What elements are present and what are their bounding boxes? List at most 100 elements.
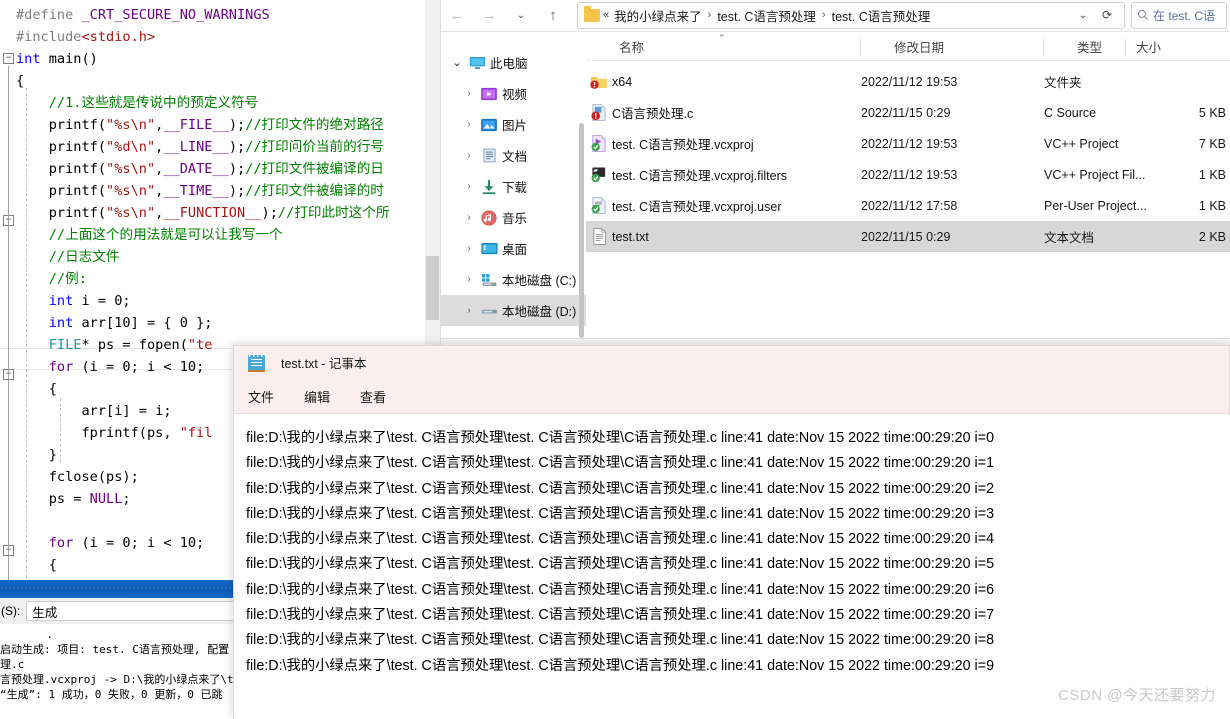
- code-token: "fil: [179, 425, 213, 441]
- chevron-right-icon[interactable]: ›: [459, 274, 479, 285]
- chevron-right-icon[interactable]: ›: [459, 150, 479, 161]
- code-line: printf("%s\n",__FUNCTION__);//打印此时这个所: [0, 202, 440, 224]
- code-token: );: [261, 205, 278, 221]
- file-name-label: test. C语言预处理.vcxproj.filters: [612, 169, 788, 183]
- code-token: arr[i] = i;: [16, 403, 172, 419]
- breadcrumb-overflow-icon[interactable]: «: [600, 9, 612, 21]
- code-line: #define _CRT_SECURE_NO_WARNINGS: [0, 4, 440, 26]
- tree-item-label: 桌面: [502, 243, 528, 257]
- notepad-text-area[interactable]: file:D:\我的小绿点来了\test. C语言预处理\test. C语言预处…: [234, 415, 1230, 719]
- column-header-row: 名称 ⌃ 修改日期 类型 大小: [586, 33, 1230, 61]
- menu-item-edit[interactable]: 编辑: [304, 387, 330, 406]
- chevron-right-icon[interactable]: ›: [459, 305, 479, 316]
- breadcrumb-item-1[interactable]: test. C语言预处理: [715, 6, 818, 25]
- tree-item-drive-d[interactable]: › 本地磁盘 (D:): [441, 295, 586, 326]
- file-list-row[interactable]: test. C语言预处理.vcxproj 2022/11/12 19:53 VC++…: [586, 128, 1230, 159]
- search-input[interactable]: 在 test. C语: [1131, 1, 1227, 29]
- tree-item-label: 下载: [502, 181, 528, 195]
- file-list-row[interactable]: C语言预处理.c 2022/11/15 0:29 C Source 5 KB: [586, 97, 1230, 128]
- refresh-icon[interactable]: ⟳: [1096, 8, 1118, 22]
- menu-item-file[interactable]: 文件: [248, 387, 274, 406]
- file-name-cell: test.txt: [586, 228, 649, 245]
- recent-locations-chevron-down-icon[interactable]: ⌄: [505, 1, 537, 29]
- tree-item-drive-c[interactable]: › 本地磁盘 (C:): [441, 264, 586, 295]
- search-icon: [1137, 9, 1148, 20]
- file-list-row[interactable]: test.txt 2022/11/15 0:29 文本文档 2 KB: [586, 221, 1230, 252]
- code-token: 0: [122, 535, 131, 551]
- code-token: FILE: [16, 337, 82, 353]
- file-name-label: test.txt: [612, 229, 649, 244]
- notepad-title-bar[interactable]: test.txt - 记事本: [234, 346, 1229, 379]
- code-token: for: [16, 359, 74, 375]
- up-icon[interactable]: ↑: [537, 1, 569, 29]
- notepad-text-line: file:D:\我的小绿点来了\test. C语言预处理\test. C语言预处…: [246, 581, 995, 598]
- tree-item-music[interactable]: › 音乐: [441, 202, 586, 233]
- column-header-2[interactable]: 类型: [1044, 33, 1126, 61]
- chevron-right-icon[interactable]: ›: [459, 212, 479, 223]
- code-token: };: [187, 315, 213, 331]
- column-header-1[interactable]: 修改日期: [861, 33, 1044, 61]
- chevron-right-icon[interactable]: ›: [459, 181, 479, 192]
- code-token: (i =: [73, 535, 123, 551]
- code-line: {: [0, 70, 440, 92]
- address-bar-actions: ⌄ ⟳: [1072, 8, 1118, 22]
- code-token: 10: [179, 535, 197, 551]
- forward-icon[interactable]: →: [473, 1, 505, 29]
- code-line: int arr[10] = { 0 };: [0, 312, 440, 334]
- code-token: );: [228, 139, 246, 155]
- code-token: ;: [196, 359, 205, 375]
- tree-item-desktop[interactable]: › 桌面: [441, 233, 586, 264]
- file-type-cell: 文件夹: [1044, 76, 1082, 90]
- scrollbar-thumb[interactable]: [426, 256, 439, 320]
- tree-item-label: 文档: [502, 150, 528, 164]
- file-name-label: test. C语言预处理.vcxproj.user: [612, 200, 782, 214]
- address-dropdown-chevron-down-icon[interactable]: ⌄: [1072, 10, 1094, 21]
- chevron-right-icon[interactable]: ›: [459, 119, 479, 130]
- back-icon[interactable]: ←: [441, 1, 473, 29]
- file-date-cell: 2022/11/12 19:53: [861, 136, 958, 151]
- code-token: printf(: [16, 183, 107, 199]
- notepad-text-line: file:D:\我的小绿点来了\test. C语言预处理\test. C语言预处…: [246, 480, 995, 497]
- tree-item-video[interactable]: › 视频: [441, 78, 586, 109]
- column-header-0[interactable]: 名称 ⌃: [586, 33, 861, 61]
- folder-warning-icon: [586, 74, 612, 90]
- code-token: "%s\n": [106, 205, 156, 221]
- file-list-row[interactable]: x64 2022/11/12 19:53 文件夹: [586, 66, 1230, 97]
- chevron-down-icon[interactable]: ⌄: [447, 56, 467, 69]
- code-token: fclose(ps);: [16, 469, 139, 485]
- tree-item-label: 视频: [502, 88, 528, 102]
- notepad-text-line: file:D:\我的小绿点来了\test. C语言预处理\test. C语言预处…: [246, 657, 995, 674]
- file-list-row[interactable]: test. C语言预处理.vcxproj.user 2022/11/12 17:5…: [586, 190, 1230, 221]
- navigation-pane-scrollbar[interactable]: [579, 123, 584, 338]
- notepad-text-line: file:D:\我的小绿点来了\test. C语言预处理\test. C语言预处…: [246, 505, 995, 522]
- chevron-right-icon[interactable]: ›: [459, 243, 479, 254]
- menu-item-view[interactable]: 查看: [360, 387, 386, 406]
- code-token: int: [16, 293, 74, 309]
- code-line: //例:: [0, 268, 440, 290]
- code-token: arr[: [73, 315, 115, 331]
- explorer-body: ⌄ 此电脑 › 视频 › 图片 › 文档 › 下载 › 音乐 › 桌面 › 本地磁盘 (C:) › 本地磁盘 (D…: [441, 33, 1230, 355]
- code-token: //打印文件的绝对路径: [245, 117, 384, 133]
- tree-item-documents[interactable]: › 文档: [441, 140, 586, 171]
- code-token: _CRT_SECURE_NO_WARNINGS: [81, 7, 270, 23]
- code-token: 10: [114, 315, 131, 331]
- notepad-text-line: file:D:\我的小绿点来了\test. C语言预处理\test. C语言预处…: [246, 607, 995, 624]
- column-header-3[interactable]: 大小: [1126, 33, 1230, 61]
- code-line: printf("%s\n",__DATE__);//打印文件被编译的日: [0, 158, 440, 180]
- file-list-row[interactable]: test. C语言预处理.vcxproj.filters 2022/11/12 1…: [586, 159, 1230, 190]
- tree-item-label: 本地磁盘 (C:): [502, 274, 577, 288]
- file-list-pane[interactable]: 名称 ⌃ 修改日期 类型 大小 x64 2022/11/12 19:53 文件夹 C语言预处理…: [586, 33, 1230, 355]
- code-token: fprintf(ps,: [16, 425, 180, 441]
- chevron-right-icon[interactable]: ›: [459, 88, 479, 99]
- code-token: //打印文件被编译的时: [245, 183, 384, 199]
- breadcrumb-item-0[interactable]: 我的小绿点来了: [612, 6, 704, 25]
- tree-item-downloads[interactable]: › 下载: [441, 171, 586, 202]
- navigation-pane[interactable]: ⌄ 此电脑 › 视频 › 图片 › 文档 › 下载 › 音乐 › 桌面 › 本地磁盘 (C:) › 本地磁盘 (D…: [441, 33, 586, 355]
- tree-item-pictures[interactable]: › 图片: [441, 109, 586, 140]
- address-bar[interactable]: « 我的小绿点来了 › test. C语言预处理 › test. C语言预处理 …: [577, 1, 1125, 29]
- code-token: printf(: [16, 139, 107, 155]
- breadcrumb-item-2[interactable]: test. C语言预处理: [830, 6, 933, 25]
- output-source-label: (S):: [1, 604, 21, 618]
- tree-item-this-pc[interactable]: ⌄ 此电脑: [441, 47, 586, 78]
- code-token: //1.这些就是传说中的预定义符号: [16, 95, 259, 111]
